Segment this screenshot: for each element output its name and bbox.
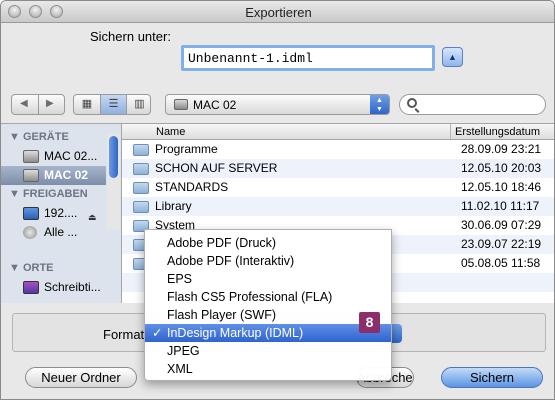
sidebar-item-desktop[interactable]: Schreibti... [1,278,106,297]
scrollbar-thumb[interactable] [109,136,118,178]
sidebar-item-label: Alle ... [44,225,78,239]
file-name: Library [155,199,192,213]
search-icon [407,98,417,108]
file-list-header: Name Erstellungsdatum [122,124,554,140]
hard-disk-icon [174,99,188,110]
menu-item-fla[interactable]: Flash CS5 Professional (FLA) [145,288,391,306]
eject-icon[interactable]: ⏏ [88,208,97,223]
menu-item-idml[interactable]: ✓ InDesign Markup (IDML) [145,324,391,342]
forward-arrow-icon[interactable]: ▶ [46,98,54,109]
sidebar-item-mac02-partition[interactable]: MAC 02... [1,147,106,166]
file-date: 11.02.10 11:17 [461,199,540,213]
sidebar-section-places: ▼ ORTE [9,262,54,274]
sidebar-section-devices: ▼ GERÄTE [9,131,69,143]
folder-icon [133,163,149,175]
window-title: Exportieren [245,5,312,20]
menu-item-xml[interactable]: XML [145,360,391,378]
view-mode-switcher: ▦ ☰ ▥ [73,94,151,115]
divider [38,95,39,114]
folder-icon [133,144,149,156]
file-date: 12.05.10 18:46 [461,180,542,194]
desktop-icon [23,281,39,294]
menu-item-jpeg[interactable]: JPEG [145,342,391,360]
menu-item-swf[interactable]: Flash Player (SWF) [145,306,391,324]
table-row[interactable]: STANDARDS 12.05.10 18:46 [122,178,554,197]
menu-item-label: InDesign Markup (IDML) [167,326,304,340]
menu-item-eps[interactable]: EPS [145,270,391,288]
disclosure-triangle-icon[interactable]: ▼ [9,262,20,274]
list-view-icon[interactable]: ☰ [100,95,126,114]
step-number-badge: 8 [359,312,380,333]
file-date: 12.05.10 20:03 [461,161,542,175]
file-name: Programme [155,142,218,156]
filename-input[interactable]: Unbenannt-1.idml [181,45,435,71]
disclosure-triangle-icon[interactable]: ▼ [9,188,20,200]
table-row[interactable]: SCHON AUF SERVER 12.05.10 20:03 [122,159,554,178]
format-label: Format [103,327,145,342]
save-button[interactable]: Sichern [441,367,543,388]
triangle-up-icon: ▲ [448,52,457,62]
sidebar-item-mac02[interactable]: MAC 02 [1,166,106,185]
sidebar-scrollbar[interactable] [107,134,120,229]
hard-disk-icon [23,150,39,163]
popup-arrows-icon: ▲ ▼ [370,95,389,114]
sidebar-section-shared: ▼ FREIGABEN [9,188,88,200]
column-view-icon[interactable]: ▥ [126,95,152,114]
back-forward-buttons: ◀ ▶ [11,94,65,115]
location-popup[interactable]: MAC 02 ▲ ▼ [165,94,390,115]
column-header-name[interactable]: Name [156,126,185,138]
format-dropdown-menu: Adobe PDF (Druck) Adobe PDF (Interaktiv)… [144,229,392,381]
file-date: 23.09.07 22:19 [461,237,542,251]
back-arrow-icon[interactable]: ◀ [20,98,28,109]
sidebar-item-label: MAC 02... [44,149,98,163]
folder-icon [133,182,149,194]
checkmark-icon: ✓ [152,326,163,340]
table-row[interactable]: Library 11.02.10 11:17 [122,197,554,216]
export-dialog: Exportieren Sichern unter: Unbenannt-1.i… [0,0,555,400]
icon-view-icon[interactable]: ▦ [74,95,100,114]
hard-disk-icon [23,169,39,182]
file-name: SCHON AUF SERVER [155,161,278,175]
menu-item-pdf-interactive[interactable]: Adobe PDF (Interaktiv) [145,252,391,270]
sidebar-item-all[interactable]: Alle ... [1,223,106,242]
location-label: MAC 02 [193,98,237,112]
file-name: STANDARDS [155,180,229,194]
network-screen-icon [23,207,39,220]
search-input[interactable] [399,94,546,115]
sidebar: ▼ GERÄTE MAC 02... MAC 02 ▼ FREIGABEN 19… [1,123,122,303]
save-as-label: Sichern unter: [90,29,171,44]
sidebar-section-title: FREIGABEN [22,188,88,200]
network-globe-icon [23,226,37,239]
column-divider[interactable] [450,124,451,139]
sidebar-item-label: 192.... [44,206,78,220]
file-date: 28.09.09 23:21 [461,142,542,156]
file-date: 05.08.05 11:58 [461,256,541,270]
expand-dialog-button[interactable]: ▲ [442,47,463,67]
disclosure-triangle-icon[interactable]: ▼ [9,131,20,143]
sidebar-section-title: ORTE [22,262,54,274]
new-folder-button[interactable]: Neuer Ordner [25,367,137,388]
column-header-date[interactable]: Erstellungsdatum [455,126,540,138]
format-popup[interactable] [392,324,402,343]
table-row[interactable]: Programme 28.09.09 23:21 [122,140,554,159]
sidebar-section-title: GERÄTE [22,131,69,143]
sidebar-item-server[interactable]: 192.... ⏏ [1,204,106,223]
file-date: 30.06.09 07:29 [461,218,542,232]
sidebar-item-label: MAC 02 [44,168,89,182]
sidebar-item-label: Schreibti... [44,280,101,294]
menu-item-pdf-print[interactable]: Adobe PDF (Druck) [145,234,391,252]
title-bar: Exportieren [1,1,554,23]
folder-icon [133,201,149,213]
